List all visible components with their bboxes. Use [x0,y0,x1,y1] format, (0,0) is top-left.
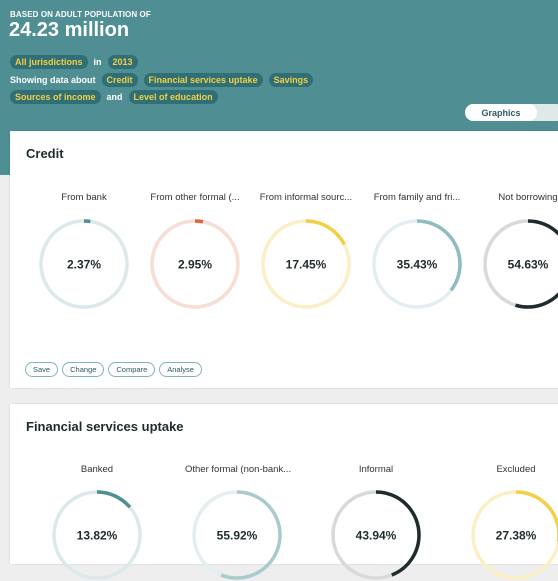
metric-value: 35.43% [397,258,438,272]
metric-label: From informal sourc... [259,192,353,203]
credit-card: Credit From bank 2.37% From other formal (… [10,131,558,388]
credit-actions: Save Change Compare Analyse [25,362,202,377]
donut-gauge: 27.38% [471,490,558,580]
metric-value: 2.37% [67,258,101,272]
jurisdiction-filter[interactable]: All jurisdictions [10,55,88,69]
donut-gauge: 13.82% [52,490,142,580]
financial-services-uptake-card: Financial services uptake Banked 13.82% Ot… [10,404,558,580]
donut-gauge: 2.95% [150,219,240,309]
change-button[interactable]: Change [62,362,105,377]
metric-label: Other formal (non-bank... [185,464,292,475]
metric-value: 27.38% [496,529,537,543]
population-value: 24.23 million [9,19,130,41]
credit-metric[interactable]: From family and fri... 35.43% [365,191,469,310]
topic-filter-credit[interactable]: Credit [101,73,138,87]
and-text: and [106,92,123,102]
showing-data-text: Showing data about [10,75,96,85]
metric-value: 43.94% [356,529,397,543]
topic-filter-sources-of-income[interactable]: Sources of income [10,90,101,104]
graphics-view-button[interactable]: Graphics [465,104,537,121]
donut-gauge: 43.94% [331,490,421,580]
credit-metric[interactable]: From informal sourc... 17.45% [254,191,358,310]
in-text: in [93,57,102,67]
filter-line-topics-more: Sources of income and Level of education [10,90,218,104]
uptake-metric[interactable]: Banked 13.82% [45,463,149,581]
uptake-title: Financial services uptake [26,419,184,434]
metric-value: 13.82% [77,529,118,543]
donut-gauge: 54.63% [483,219,558,309]
population-caption: BASED ON ADULT POPULATION OF [10,10,151,19]
filter-line-topics: Showing data about Credit Financial serv… [10,73,314,87]
metric-label: From other formal (... [150,192,240,203]
view-toggle[interactable]: Graphics [465,104,558,121]
credit-title: Credit [26,146,64,161]
uptake-metric[interactable]: Other formal (non-bank... 55.92% [185,463,292,581]
donut-gauge: 35.43% [372,219,462,309]
save-button[interactable]: Save [25,362,59,377]
donut-gauge: 2.37% [39,219,129,309]
analyse-button[interactable]: Analyse [159,362,202,377]
metric-label: From bank [61,192,107,203]
metric-label: Not borrowing [498,192,558,203]
topic-filter-level-of-education[interactable]: Level of education [128,90,218,104]
donut-gauge: 55.92% [192,490,282,580]
metric-label: Excluded [496,464,536,475]
uptake-metric[interactable]: Informal 43.94% [324,463,428,581]
metric-value: 55.92% [217,529,258,543]
metric-value: 54.63% [508,258,549,272]
credit-metric[interactable]: From other formal (... 2.95% [143,191,247,310]
filter-line-jurisdiction: All jurisdictions in 2013 [10,55,138,69]
metric-label: Banked [80,464,114,475]
metric-label: From family and fri... [373,192,461,203]
credit-metric[interactable]: Not borrowing 54.63% [476,191,558,310]
metric-value: 17.45% [286,258,327,272]
metric-label: Informal [358,464,394,475]
year-filter[interactable]: 2013 [107,55,138,69]
uptake-metric[interactable]: Excluded 27.38% [464,463,558,581]
metric-value: 2.95% [178,258,212,272]
topic-filter-savings[interactable]: Savings [268,73,314,87]
compare-button[interactable]: Compare [108,362,156,377]
topic-filter-financial-services-uptake[interactable]: Financial services uptake [143,73,263,87]
donut-gauge: 17.45% [261,219,351,309]
credit-metric[interactable]: From bank 2.37% [32,191,136,310]
